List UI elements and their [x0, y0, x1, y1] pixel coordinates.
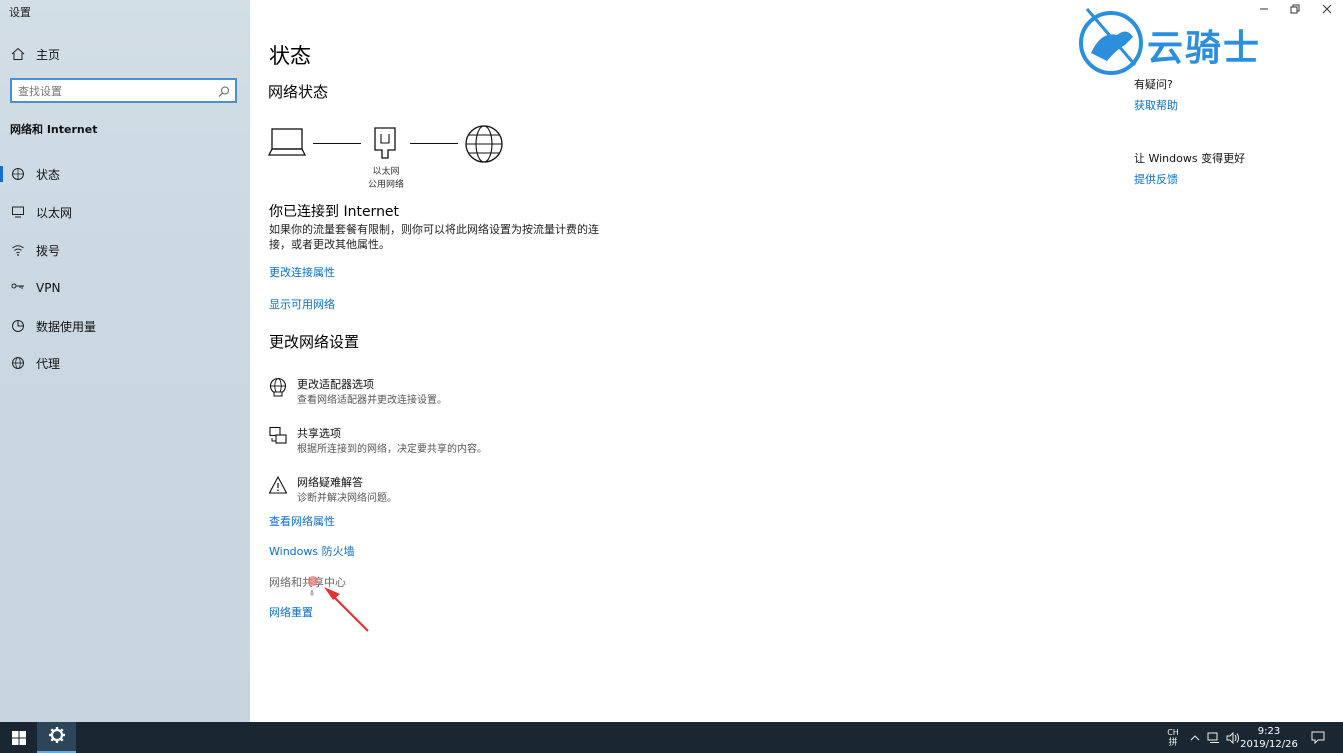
- taskbar: CH 拼 9:23 2019/12/26: [0, 722, 1343, 753]
- close-icon[interactable]: [1320, 2, 1334, 16]
- home-network-icon: [10, 166, 26, 182]
- chevron-up-icon[interactable]: [1187, 722, 1203, 753]
- sidebar-item-proxy[interactable]: 代理: [0, 346, 250, 380]
- globe-icon: [10, 355, 26, 371]
- network-tray-icon[interactable]: [1205, 722, 1223, 753]
- annotation-arrow-icon: [302, 573, 374, 639]
- search-icon[interactable]: [217, 84, 231, 98]
- monitor-icon: [10, 204, 26, 220]
- sidebar-item-ethernet[interactable]: 以太网: [0, 195, 250, 229]
- warning-icon: [268, 475, 288, 499]
- search-box[interactable]: [10, 78, 237, 103]
- settings-taskbar-button[interactable]: [37, 722, 76, 753]
- adapter-name: 以太网: [372, 167, 400, 177]
- setting-adapter-options[interactable]: 更改适配器选项 查看网络适配器并更改连接设置。: [268, 374, 528, 408]
- windows-start-icon[interactable]: [0, 722, 37, 753]
- sidebar-item-label: 主页: [36, 47, 61, 62]
- wifi-icon: [10, 242, 26, 258]
- ethernet-port-icon: [373, 126, 397, 164]
- setting-description: 诊断并解决网络问题。: [297, 493, 397, 504]
- sidebar-item-label: 拨号: [36, 243, 61, 258]
- network-status-heading: 网络状态: [268, 83, 329, 101]
- data-usage-icon: [10, 318, 26, 334]
- connected-description: 如果你的流量套餐有限制，则你可以将此网络设置为按流量计费的连接，或者更改其他属性…: [269, 223, 599, 251]
- sidebar-item-label: 以太网: [36, 205, 73, 220]
- sidebar-item-status[interactable]: 状态: [0, 157, 250, 191]
- sharing-icon: [268, 426, 288, 450]
- app-title: 设置: [9, 6, 31, 19]
- clock-time: 9:23: [1257, 726, 1281, 737]
- watermark-logo: 云骑士: [1077, 5, 1302, 77]
- show-available-networks-link[interactable]: 显示可用网络: [269, 296, 335, 312]
- gear-icon: [48, 726, 66, 748]
- ime-language: CH: [1167, 727, 1179, 737]
- network-type: 公用网络: [367, 180, 404, 190]
- ime-indicator[interactable]: CH 拼: [1162, 722, 1184, 753]
- feedback-heading: 让 Windows 变得更好: [1134, 152, 1246, 165]
- setting-troubleshoot[interactable]: 网络疑难解答 诊断并解决网络问题。: [268, 472, 528, 506]
- adapter-globe-icon: [268, 377, 288, 401]
- setting-description: 查看网络适配器并更改连接设置。: [297, 395, 447, 406]
- system-clock[interactable]: 9:23 2019/12/26: [1239, 725, 1299, 751]
- setting-title: 更改适配器选项: [297, 378, 374, 391]
- connection-line: [313, 143, 361, 144]
- sidebar-item-vpn[interactable]: VPN: [0, 271, 250, 305]
- sidebar-item-data-usage[interactable]: 数据使用量: [0, 309, 250, 343]
- change-connection-properties-link[interactable]: 更改连接属性: [269, 264, 335, 280]
- setting-title: 网络疑难解答: [297, 476, 363, 489]
- sidebar: 设置 主页 网络和 Internet 状态 以太网 拨号: [0, 0, 250, 722]
- sidebar-item-label: 数据使用量: [36, 319, 97, 334]
- sidebar-item-home[interactable]: 主页: [0, 37, 250, 71]
- connection-line: [410, 143, 458, 144]
- page-title: 状态: [269, 44, 311, 68]
- clock-date: 2019/12/26: [1240, 739, 1298, 750]
- setting-description: 根据所连接到的网络，决定要共享的内容。: [297, 444, 487, 455]
- watermark-text: 云骑士: [1147, 28, 1262, 69]
- internet-globe-icon: [464, 124, 504, 168]
- sidebar-item-label: VPN: [36, 281, 61, 295]
- get-help-link[interactable]: 获取帮助: [1134, 97, 1178, 113]
- connected-heading: 你已连接到 Internet: [269, 204, 400, 220]
- search-input[interactable]: [18, 82, 208, 100]
- sidebar-item-label: 状态: [36, 167, 61, 182]
- view-network-properties-link[interactable]: 查看网络属性: [269, 513, 335, 529]
- notification-icon[interactable]: [1306, 722, 1330, 753]
- main-content: 状态 网络状态 以太网 公用网络 你已连接到 Internet 如果你的流量套餐…: [250, 0, 1343, 722]
- sidebar-item-label: 代理: [36, 356, 61, 371]
- sidebar-item-dialup[interactable]: 拨号: [0, 233, 250, 267]
- windows-firewall-link[interactable]: Windows 防火墙: [269, 543, 355, 559]
- change-settings-heading: 更改网络设置: [269, 333, 360, 351]
- ime-mode: 拼: [1168, 737, 1178, 748]
- vpn-icon: [10, 280, 26, 296]
- home-icon: [10, 46, 26, 62]
- give-feedback-link[interactable]: 提供反馈: [1134, 171, 1178, 187]
- setting-sharing-options[interactable]: 共享选项 根据所连接到的网络，决定要共享的内容。: [268, 423, 528, 457]
- section-title: 网络和 Internet: [10, 123, 98, 136]
- laptop-icon: [267, 126, 307, 162]
- knight-logo-icon: [1077, 5, 1145, 81]
- setting-title: 共享选项: [297, 427, 341, 440]
